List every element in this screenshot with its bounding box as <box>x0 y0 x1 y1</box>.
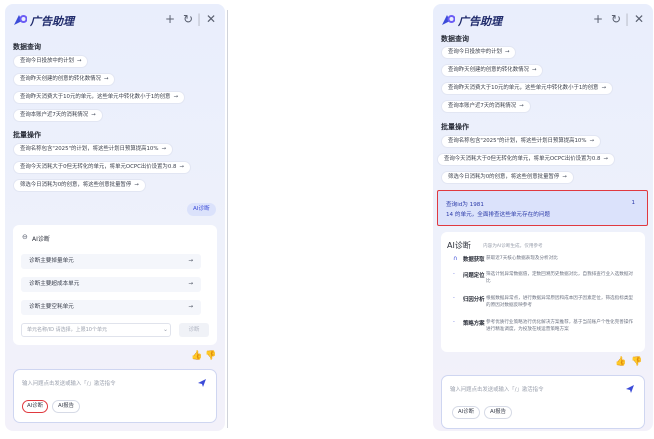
scrollbar[interactable] <box>227 10 228 428</box>
header-divider: | <box>625 12 630 26</box>
section-title-data-query: 数据查询 <box>13 43 41 51</box>
user-message-line2: 14 的单元，全面排查这些单元存在的问题 <box>446 212 550 218</box>
header: 广告助理 + ↻ | ✕ <box>433 4 653 34</box>
diag-step-text: 参考优质行业策略池行优化解决方案推荐，基于当前账户个性化完善操作进行精准调度，为… <box>486 320 634 332</box>
collapse-icon[interactable]: ⊖ <box>22 233 28 241</box>
logo-icon <box>442 15 455 25</box>
diag-option-overcost[interactable]: 诊断主要超成本单元 → <box>21 277 201 292</box>
diag-step-title: 数据获取 <box>463 257 485 263</box>
close-icon[interactable]: ✕ <box>634 11 644 27</box>
history-icon[interactable]: ↻ <box>183 11 193 27</box>
user-message-line1: 查询id为 1981 <box>446 202 484 208</box>
section-title-batch-ops: 批量操作 <box>13 131 41 139</box>
chat-input-box[interactable]: 输入问题点击发送或输入「/」激活指令 AI诊断 AI报告 <box>441 375 645 429</box>
query-chip[interactable]: 查询今日投放中的计划 → <box>13 55 89 68</box>
mode-ai-diag-button[interactable]: AI诊断 <box>452 406 481 419</box>
mode-ai-report-button[interactable]: AI报告 <box>52 400 81 413</box>
batch-chip[interactable]: 查询今天消耗大于0但无转化的单元，将单元OCPC出价设置为0.8 → <box>437 153 615 166</box>
assistant-panel-right: 广告助理 + ↻ | ✕ 数据查询 查询今日投放中的计划 → 查询昨天创建的创意的… <box>433 4 653 431</box>
ai-diag-message-pill: AI诊断 <box>187 203 216 216</box>
thumbs-down-icon[interactable]: 👎 <box>631 357 642 367</box>
dot-icon: · <box>453 295 455 302</box>
check-icon: ∩ <box>453 255 458 262</box>
diag-step-text: 筛选计划异常数据值，定数回溯历史数据对比，自我排查行业入选数据对比 <box>486 272 634 284</box>
batch-chip[interactable]: 查询今天消耗大于0但无转化的单元，将单元OCPC出价设置为0.8 → <box>13 161 191 174</box>
ai-diag-result-subtitle: 内容为AI诊断生成，仅用参考 <box>483 244 543 249</box>
chat-input-box[interactable]: 输入问题点击发送或输入「/」激活指令 AI诊断 AI报告 <box>13 369 217 423</box>
mode-ai-report-button[interactable]: AI报告 <box>484 406 513 419</box>
app-title: 广告助理 <box>458 15 502 28</box>
logo-icon <box>14 15 27 25</box>
batch-chip[interactable]: 查询名称包含"2025"的计划，将这些计划日预算提高10% → <box>13 143 174 156</box>
send-icon[interactable] <box>197 378 207 388</box>
header: 广告助理 + ↻ | ✕ <box>5 4 225 34</box>
assistant-panel-left: 广告助理 + ↻ | ✕ 数据查询 查询今日投放中的计划 → 查询昨天创建的创意的… <box>5 4 225 431</box>
query-chip[interactable]: 查询本账户近7天的消耗情况 → <box>441 100 531 113</box>
user-message-highlight: 查询id为 1981 1 14 的单元，全面排查这些单元存在的问题 <box>437 190 648 226</box>
ai-diag-card-title: AI诊断 <box>32 236 50 243</box>
chat-input-placeholder: 输入问题点击发送或输入「/」激活指令 <box>450 387 544 393</box>
close-icon[interactable]: ✕ <box>206 11 216 27</box>
query-chip[interactable]: 查询本账户近7天的消耗情况 → <box>13 109 103 122</box>
query-chip[interactable]: 查询昨天消费大于10元的单元，这些单元中转化数小于1的创意 → <box>441 82 613 95</box>
dot-icon: · <box>453 319 455 326</box>
ai-diag-result-card: AI诊断 内容为AI诊断生成，仅用参考 ∩ 数据获取 获取近7天核心数据表现及分… <box>441 232 645 352</box>
thumbs-up-icon[interactable]: 👍 <box>191 351 202 361</box>
query-chip[interactable]: 查询昨天创建的创意的转化数情况 → <box>441 64 544 77</box>
send-icon[interactable] <box>625 384 635 394</box>
chevron-down-icon[interactable]: ⌄ <box>163 326 168 333</box>
history-icon[interactable]: ↻ <box>611 11 621 27</box>
header-divider: | <box>197 12 202 26</box>
query-chip[interactable]: 查询今日投放中的计划 → <box>441 46 517 59</box>
query-chip[interactable]: 查询昨天创建的创意的转化数情况 → <box>13 73 116 86</box>
section-title-batch-ops: 批量操作 <box>441 123 469 131</box>
query-chip[interactable]: 查询昨天消费大于10元的单元，这些单元中转化数小于1的创意 → <box>13 91 185 104</box>
ai-diag-result-title: AI诊断 <box>447 241 471 250</box>
diag-step-title: 策略方案 <box>463 321 485 327</box>
chat-input-placeholder: 输入问题点击发送或输入「/」激活指令 <box>22 381 116 387</box>
diag-step-text: 获取近7天核心数据表现及分析对比 <box>486 256 558 261</box>
user-message-line1-tail: 1 <box>631 200 635 206</box>
unit-select-input[interactable]: 单元名称/ID 请选择，上限10个单元 <box>21 323 171 337</box>
batch-chip[interactable]: 查询名称包含"2025"的计划，将这些计划日预算提高10% → <box>441 135 602 148</box>
diagnose-button[interactable]: 诊断 <box>179 323 209 337</box>
thumbs-down-icon[interactable]: 👎 <box>205 351 216 361</box>
batch-chip[interactable]: 筛选今日消耗为0的创意，将这些创意批量暂停 → <box>441 171 574 184</box>
section-title-data-query: 数据查询 <box>441 35 469 43</box>
thumbs-up-icon[interactable]: 👍 <box>615 357 626 367</box>
mode-ai-diag-button[interactable]: AI诊断 <box>22 400 49 413</box>
diag-step-title: 归因分析 <box>463 297 485 303</box>
diag-step-text: 根据数据异常点，进行数据异常原因和成本因子因素定位，筛选指标类型的原因对数据反映… <box>486 296 634 308</box>
ai-diag-card: ⊖ AI诊断 诊断主要掉量单元 → 诊断主要超成本单元 → 诊断主要空耗单元 → 单元… <box>13 225 217 345</box>
app-title: 广告助理 <box>30 15 74 28</box>
diag-option-drop[interactable]: 诊断主要掉量单元 → <box>21 254 201 269</box>
diag-step-title: 问题定位 <box>463 273 485 279</box>
plus-icon[interactable]: + <box>165 11 175 27</box>
batch-chip[interactable]: 筛选今日消耗为0的创意，将这些创意批量暂停 → <box>13 179 146 192</box>
dot-icon: · <box>453 271 455 278</box>
diag-option-idle[interactable]: 诊断主要空耗单元 → <box>21 300 201 315</box>
plus-icon[interactable]: + <box>593 11 603 27</box>
